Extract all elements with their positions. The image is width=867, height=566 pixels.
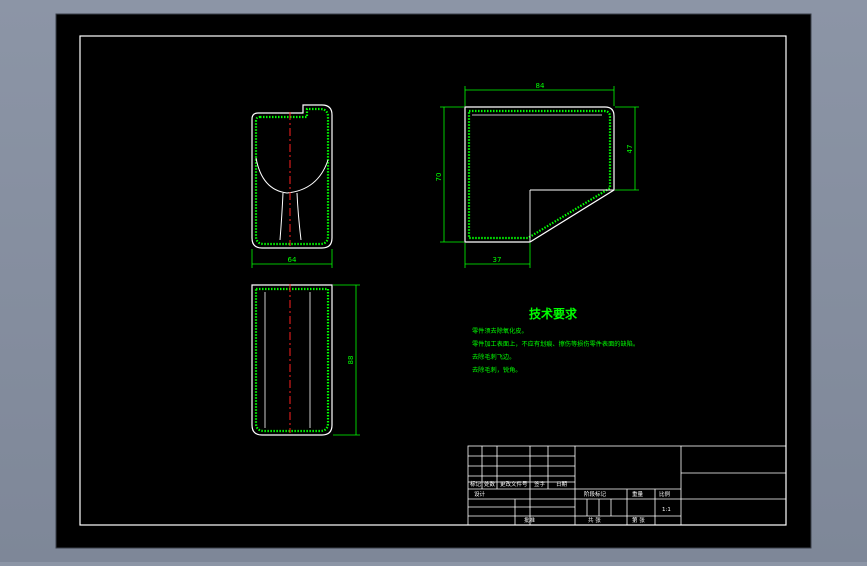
sheet-background xyxy=(55,13,812,549)
title-label-weight: 重量 xyxy=(632,490,644,498)
title-label-sign: 签字 xyxy=(534,480,546,488)
tech-requirement-item: 去除毛刺，锐角。 xyxy=(472,366,522,374)
title-label-sheet-total: 共 张 xyxy=(588,516,601,524)
title-label-approve: 批准 xyxy=(524,516,536,524)
drawing-viewport[interactable]: 64 84 70 47 37 88 技术要求 零件须去除氧化皮。 零件加工表面上… xyxy=(0,0,867,562)
top-dim84-text: 84 xyxy=(536,82,545,90)
tech-requirement-item: 零件加工表面上，不应有划痕、擦伤等损伤零件表面的缺陷。 xyxy=(472,340,639,348)
top-dim70-text: 70 xyxy=(435,173,443,182)
side-dim-text: 88 xyxy=(347,356,355,365)
title-label-count: 处数 xyxy=(484,480,496,488)
tech-requirement-item: 去除毛刺飞边。 xyxy=(472,353,515,361)
top-dim47-text: 47 xyxy=(626,145,634,154)
title-label-date: 日期 xyxy=(556,481,568,488)
title-label-scale: 比例 xyxy=(659,490,671,498)
title-label-stage-mark: 阶段标记 xyxy=(584,490,607,498)
front-dim-text: 64 xyxy=(288,256,297,264)
title-label-sheet: 第 张 xyxy=(632,516,645,524)
tech-requirements-title: 技术要求 xyxy=(529,306,578,321)
title-label-scale-value: 1:1 xyxy=(662,507,671,513)
title-label-design: 设计 xyxy=(474,490,486,498)
title-label-mark: 标记 xyxy=(470,480,482,488)
tech-requirement-item: 零件须去除氧化皮。 xyxy=(472,327,528,335)
top-dim37-text: 37 xyxy=(493,256,502,264)
title-label-file-no: 更改文件号 xyxy=(500,480,528,488)
